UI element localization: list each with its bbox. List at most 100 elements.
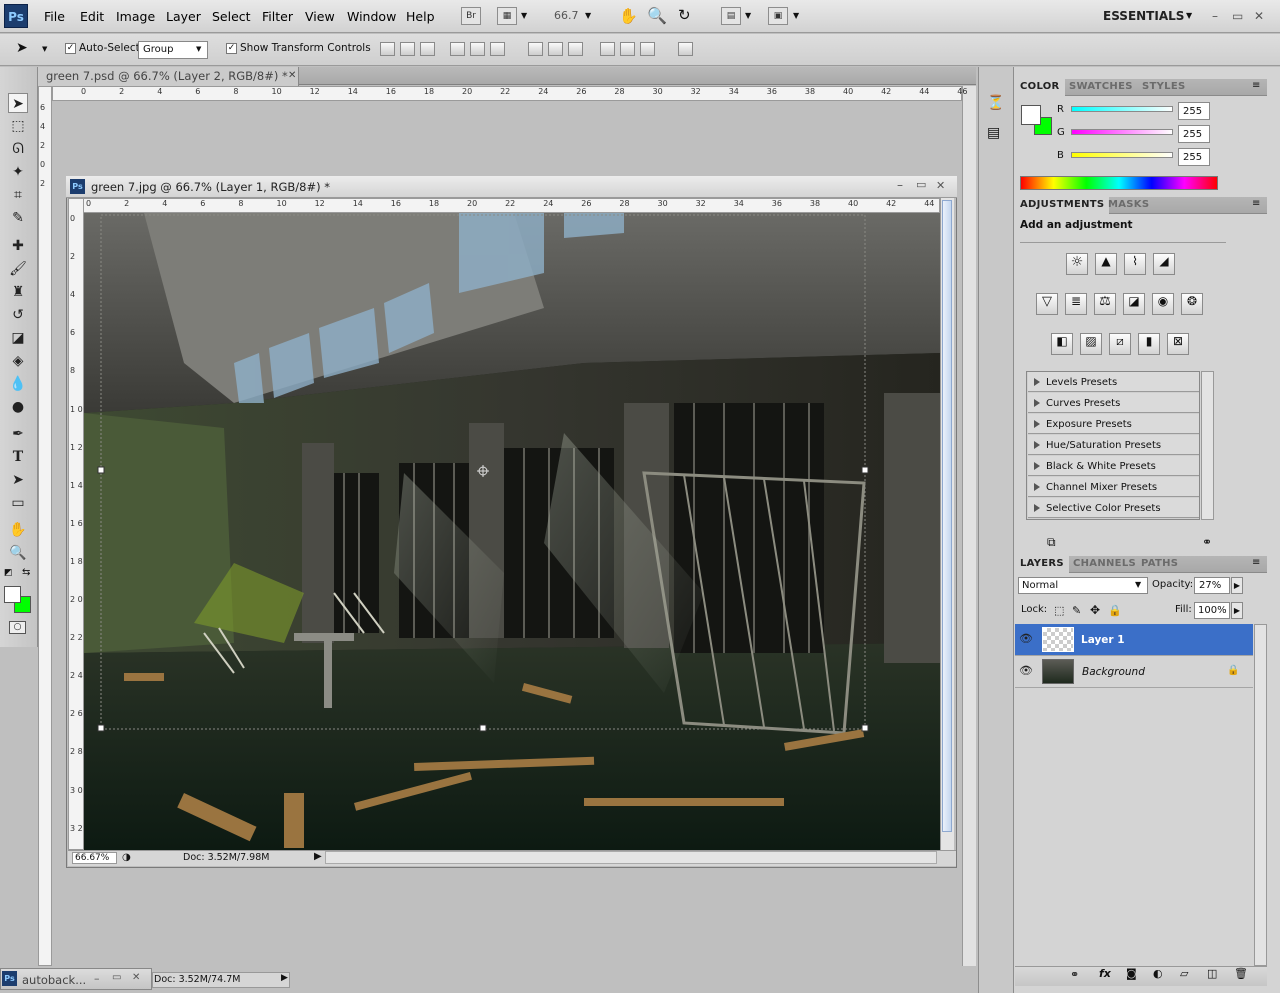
clone-stamp-icon[interactable]: ♜ (8, 282, 28, 302)
posterize-icon[interactable]: ▨ (1080, 333, 1102, 355)
chevron-down-icon[interactable]: ▼ (1135, 580, 1141, 589)
menu-filter[interactable]: Filter (262, 9, 293, 24)
zoom-level[interactable]: 66.7 (554, 9, 579, 22)
auto-select-checkbox[interactable]: ✓ (65, 43, 76, 54)
chevron-down-icon[interactable]: ▼ (42, 45, 47, 53)
align-top-icon[interactable] (380, 42, 395, 56)
screen-mode-button[interactable]: ▣ (768, 7, 788, 25)
chevron-down-icon[interactable]: ▼ (1186, 11, 1192, 20)
panel-menu-icon[interactable]: ≡ (1252, 198, 1260, 209)
zoom-tool-icon[interactable]: 🔍 (8, 543, 28, 563)
opacity-input[interactable]: 27% (1194, 577, 1230, 594)
arrange-documents-icon[interactable]: ▤ (721, 7, 741, 25)
path-selection-icon[interactable]: ➤ (8, 470, 28, 490)
hand-tool-icon[interactable]: ✋ (8, 520, 28, 540)
status-menu-arrow-icon[interactable]: ▶ (281, 973, 288, 983)
selective-color-icon[interactable]: ⊠ (1167, 333, 1189, 355)
align-vcenter-icon[interactable] (400, 42, 415, 56)
distribute-vcenter-icon[interactable] (548, 42, 563, 56)
new-group-icon[interactable]: ▱ (1180, 967, 1188, 980)
menu-view[interactable]: View (305, 9, 335, 24)
distribute-right-icon[interactable] (640, 42, 655, 56)
minimize-button[interactable]: – (1212, 9, 1218, 23)
add-mask-icon[interactable]: ◙ (1126, 967, 1137, 980)
magic-wand-icon[interactable]: ✦ (8, 162, 28, 182)
auto-align-icon[interactable] (678, 42, 693, 56)
workspace-switcher[interactable]: ESSENTIALS (1103, 9, 1184, 23)
close-button[interactable]: ✕ (1254, 9, 1264, 23)
eye-icon[interactable]: 👁 (1019, 632, 1033, 645)
curves-icon[interactable]: ⌇ (1124, 253, 1146, 275)
doc-close-button[interactable]: ✕ (936, 179, 945, 192)
lock-position-icon[interactable]: ✥ (1090, 603, 1100, 617)
tab-masks[interactable]: MASKS (1103, 197, 1154, 214)
distribute-hcenter-icon[interactable] (620, 42, 635, 56)
menu-select[interactable]: Select (212, 9, 251, 24)
link-layers-icon[interactable]: ⚭ (1070, 968, 1079, 981)
distribute-top-icon[interactable] (528, 42, 543, 56)
photo-filter-icon[interactable]: ◉ (1152, 293, 1174, 315)
menu-image[interactable]: Image (116, 9, 155, 24)
presets-scrollbar[interactable] (1201, 371, 1214, 520)
hand-tool-icon[interactable]: ✋ (619, 7, 638, 25)
vibrance-icon[interactable]: ▽ (1036, 293, 1058, 315)
fx-icon[interactable]: fx (1099, 967, 1111, 980)
color-ramp[interactable] (1020, 176, 1218, 190)
menu-window[interactable]: Window (347, 9, 396, 24)
input-green[interactable]: 255 (1178, 125, 1210, 143)
lock-all-icon[interactable]: 🔒 (1108, 604, 1122, 617)
lock-pixels-icon[interactable]: ✎ (1072, 604, 1081, 617)
outer-scrollbar-vertical[interactable] (962, 86, 976, 966)
zoom-tool-icon[interactable]: 🔍 (647, 6, 667, 25)
distribute-bottom-icon[interactable] (568, 42, 583, 56)
doc-scrollbar-thumb[interactable] (942, 200, 952, 832)
brightness-icon[interactable]: ☼ (1066, 253, 1088, 275)
preset-selective-color[interactable]: Selective Color Presets (1028, 498, 1199, 518)
dodge-tool-icon[interactable]: ● (8, 397, 28, 417)
layer-name[interactable]: Layer 1 (1081, 634, 1125, 646)
tab-adjustments[interactable]: ADJUSTMENTS (1015, 197, 1110, 214)
lasso-tool-icon[interactable]: ᘏ (8, 139, 28, 159)
move-tool-icon[interactable]: ➤ (8, 93, 28, 113)
quick-mask-icon[interactable]: ○ (9, 621, 26, 634)
tab-layers[interactable]: LAYERS (1015, 556, 1069, 573)
menu-help[interactable]: Help (406, 9, 435, 24)
restore-button[interactable]: ▭ (1232, 9, 1243, 23)
lock-transparent-icon[interactable]: ⬚ (1054, 604, 1064, 617)
menu-layer[interactable]: Layer (166, 9, 201, 24)
chevron-down-icon[interactable]: ▼ (585, 11, 591, 20)
tab-swatches[interactable]: SWATCHES (1064, 79, 1138, 96)
document-tab-title[interactable]: green 7.psd @ 66.7% (Layer 2, RGB/8#) * (46, 69, 288, 83)
zoom-status-field[interactable]: 66.67% (72, 852, 117, 864)
preset-curves[interactable]: Curves Presets (1028, 393, 1199, 413)
minimized-close-icon[interactable]: ✕ (132, 972, 140, 983)
crop-tool-icon[interactable]: ⌗ (8, 185, 28, 205)
clip-layer-icon[interactable]: ⚭ (1202, 535, 1212, 549)
tab-paths[interactable]: PATHS (1136, 556, 1183, 573)
chevron-down-icon[interactable]: ▼ (196, 45, 201, 53)
eraser-tool-icon[interactable]: ◪ (8, 328, 28, 348)
blur-tool-icon[interactable]: 💧 (8, 374, 28, 394)
panel-menu-icon[interactable]: ≡ (1252, 557, 1260, 568)
healing-brush-icon[interactable]: ✚ (8, 236, 28, 256)
foreground-color-swatch[interactable] (4, 586, 21, 603)
preset-exposure[interactable]: Exposure Presets (1028, 414, 1199, 434)
slider-red[interactable] (1071, 106, 1173, 112)
levels-icon[interactable]: ▲ (1095, 253, 1117, 275)
brush-tool-icon[interactable]: 🖌 (8, 259, 28, 279)
doc-minimize-button[interactable]: – (897, 178, 903, 192)
chevron-down-icon[interactable]: ▼ (521, 11, 527, 20)
opacity-slider-arrow-icon[interactable]: ▶ (1231, 577, 1243, 594)
default-colors-icon[interactable]: ◩ (4, 568, 13, 578)
status-info-icon[interactable]: ◑ (122, 852, 131, 863)
doc-maximize-button[interactable]: ▭ (916, 178, 926, 191)
invert-icon[interactable]: ◧ (1051, 333, 1073, 355)
minimized-minimize-icon[interactable]: – (94, 972, 100, 985)
type-tool-icon[interactable]: T (8, 447, 28, 467)
slider-blue[interactable] (1071, 152, 1173, 158)
minimized-doc-title[interactable]: autoback... (22, 973, 86, 987)
bridge-button[interactable]: Br (461, 7, 481, 25)
distribute-left-icon[interactable] (600, 42, 615, 56)
tab-styles[interactable]: STYLES (1137, 79, 1190, 96)
paint-bucket-icon[interactable]: ◈ (8, 351, 28, 371)
